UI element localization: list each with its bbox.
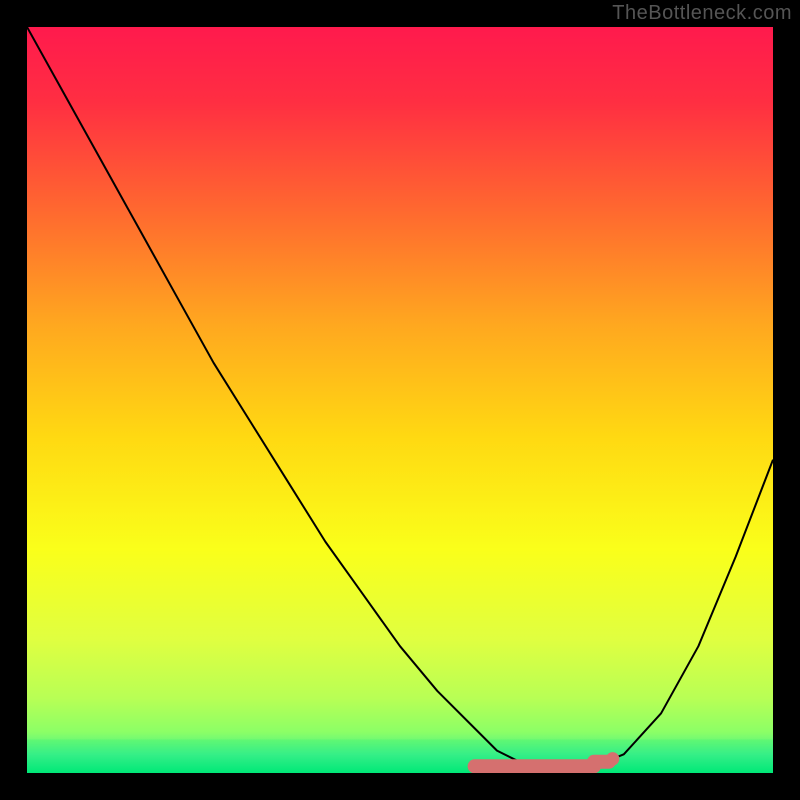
optimal-band	[27, 739, 773, 773]
gradient-background	[27, 27, 773, 773]
plot-area	[27, 27, 773, 773]
curve-chart	[27, 27, 773, 773]
watermark-text: TheBottleneck.com	[612, 2, 792, 25]
trough-marker-dot	[606, 752, 619, 765]
chart-frame: TheBottleneck.com	[0, 0, 800, 800]
